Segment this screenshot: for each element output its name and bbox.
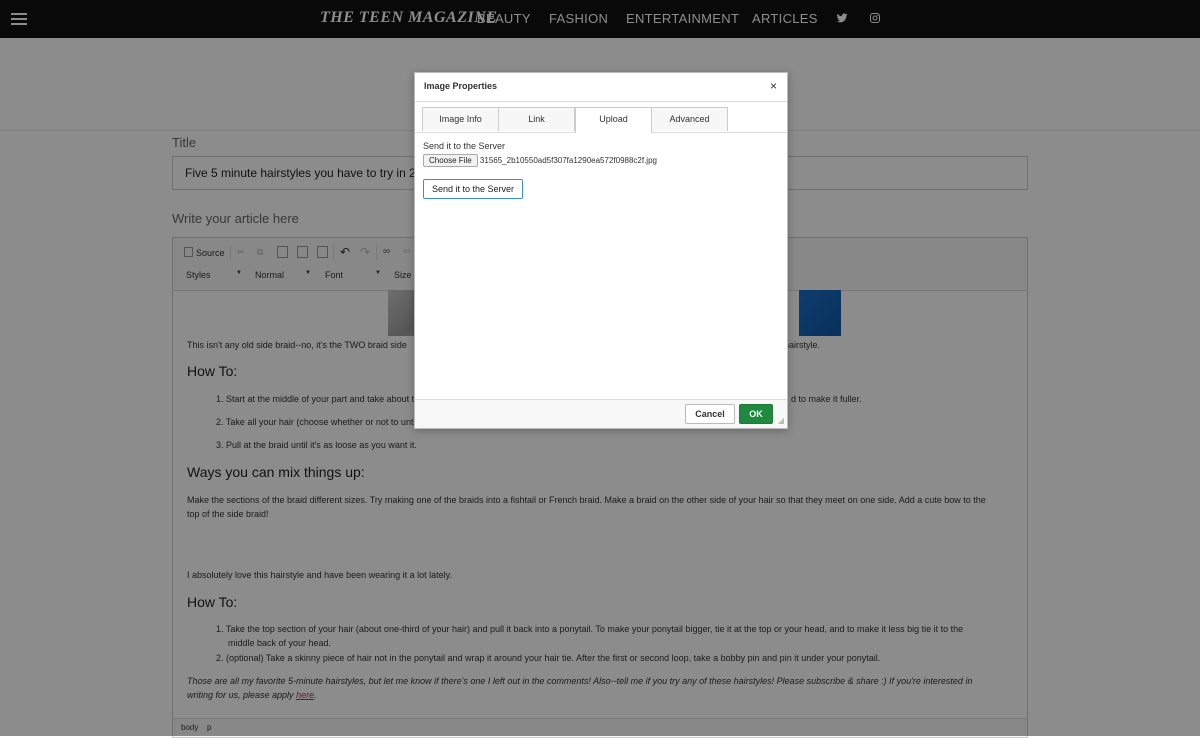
dialog-title: Image Properties xyxy=(424,81,498,91)
cancel-button[interactable]: Cancel xyxy=(685,404,735,424)
dialog-footer: Cancel OK ◢ xyxy=(415,399,787,428)
upload-label: Send it to the Server xyxy=(423,141,506,151)
tab-advanced[interactable]: Advanced xyxy=(651,107,728,131)
tab-upload[interactable]: Upload xyxy=(575,107,652,133)
file-name: 31565_2b10550ad5f307fa1290ea572f0988c2f.… xyxy=(479,156,657,165)
tab-image-info[interactable]: Image Info xyxy=(422,107,499,131)
file-input: Choose File 31565_2b10550ad5f307fa1290ea… xyxy=(423,154,779,167)
resize-handle-icon[interactable]: ◢ xyxy=(778,416,784,425)
dialog-header: Image Properties × xyxy=(415,73,787,102)
dialog-tabs: Image Info Link Upload Advanced xyxy=(415,107,787,133)
close-icon[interactable]: × xyxy=(770,79,777,93)
ok-button[interactable]: OK xyxy=(739,404,773,424)
tab-link[interactable]: Link xyxy=(498,107,575,131)
upload-panel: Send it to the Server Choose File 31565_… xyxy=(423,141,779,199)
send-to-server-button[interactable]: Send it to the Server xyxy=(423,179,523,199)
image-properties-dialog: Image Properties × Image Info Link Uploa… xyxy=(414,72,788,429)
choose-file-button[interactable]: Choose File xyxy=(423,154,478,167)
